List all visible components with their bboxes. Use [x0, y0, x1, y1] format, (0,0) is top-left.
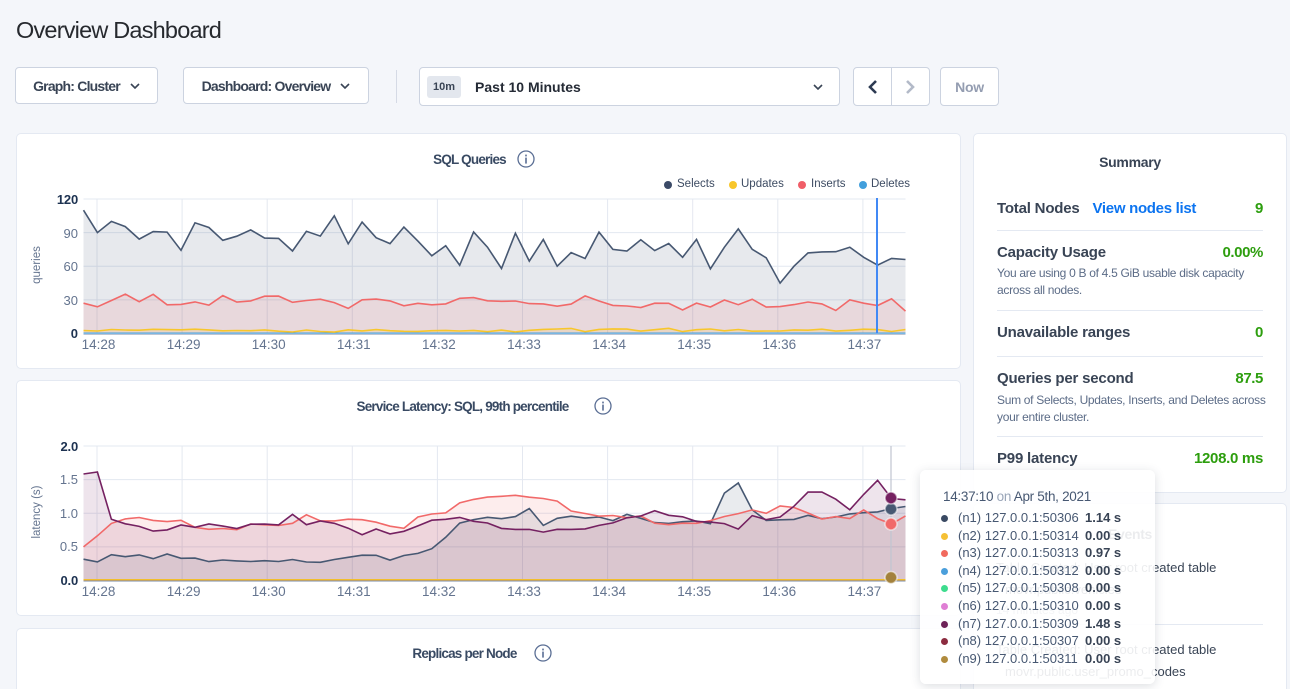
svg-text:14:31: 14:31: [337, 337, 371, 352]
svg-text:latency (s): latency (s): [31, 485, 43, 538]
svg-text:queries: queries: [31, 246, 43, 284]
svg-text:14:34: 14:34: [592, 584, 626, 599]
svg-text:14:29: 14:29: [167, 584, 201, 599]
svg-text:90: 90: [64, 226, 78, 241]
svg-text:1.5: 1.5: [60, 472, 78, 487]
svg-text:14:34: 14:34: [592, 337, 626, 352]
svg-text:14:28: 14:28: [82, 337, 116, 352]
svg-text:14:28: 14:28: [82, 584, 116, 599]
svg-text:14:33: 14:33: [507, 337, 541, 352]
svg-text:14:35: 14:35: [677, 584, 711, 599]
svg-text:0.0: 0.0: [61, 573, 78, 588]
svg-text:14:32: 14:32: [422, 584, 456, 599]
svg-text:14:36: 14:36: [762, 337, 796, 352]
svg-text:0: 0: [71, 326, 78, 341]
svg-text:14:33: 14:33: [507, 584, 541, 599]
svg-text:1.0: 1.0: [60, 506, 78, 521]
svg-text:2.0: 2.0: [61, 439, 78, 454]
svg-text:14:36: 14:36: [762, 584, 796, 599]
svg-text:14:29: 14:29: [167, 337, 201, 352]
svg-text:14:35: 14:35: [677, 337, 711, 352]
svg-text:0.5: 0.5: [60, 539, 78, 554]
svg-text:14:37: 14:37: [848, 337, 882, 352]
svg-text:14:30: 14:30: [252, 337, 286, 352]
svg-text:14:31: 14:31: [337, 584, 371, 599]
svg-text:60: 60: [64, 259, 78, 274]
svg-text:14:30: 14:30: [252, 584, 286, 599]
svg-text:14:32: 14:32: [422, 337, 456, 352]
svg-text:14:37: 14:37: [848, 584, 882, 599]
svg-text:120: 120: [57, 192, 78, 207]
svg-text:30: 30: [64, 293, 78, 308]
